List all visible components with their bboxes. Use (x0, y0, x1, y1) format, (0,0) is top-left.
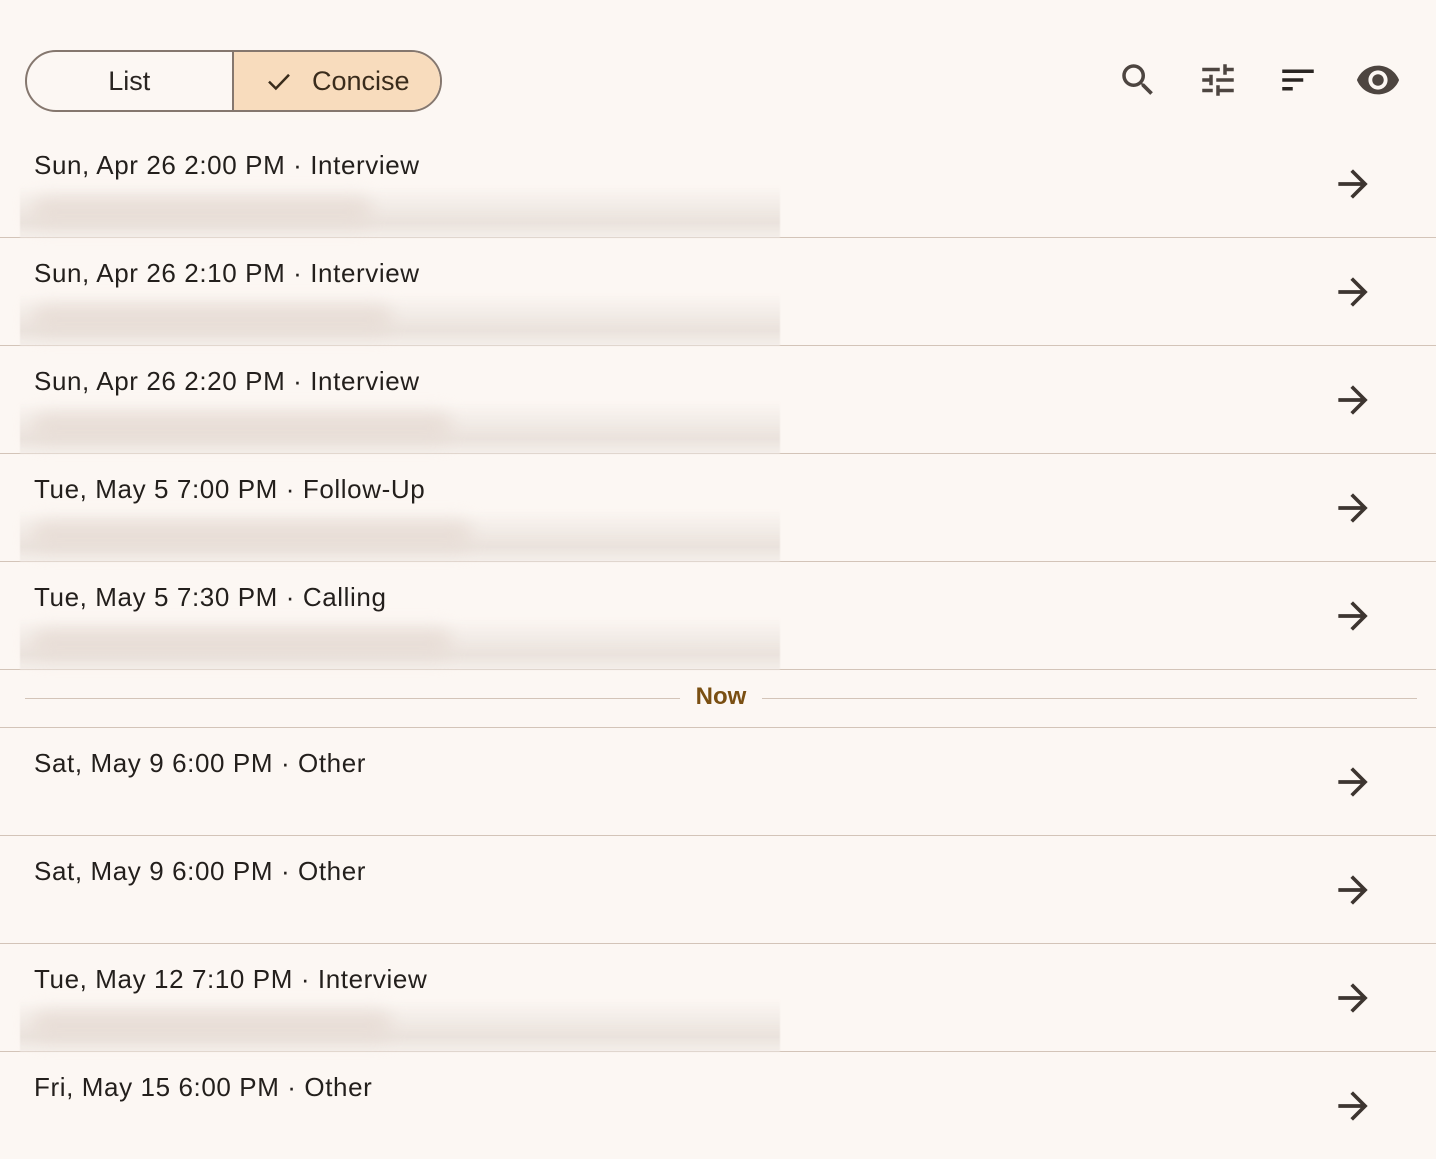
divider-line (25, 698, 680, 699)
arrow-forward-icon[interactable] (1331, 760, 1375, 804)
sort-button[interactable] (1258, 42, 1338, 122)
list-view-label: List (108, 65, 151, 96)
arrow-forward-icon[interactable] (1331, 594, 1375, 638)
event-title: Tue, May 5 7:30 PM · Calling (34, 582, 387, 612)
list-item[interactable]: Tue, May 5 7:00 PM · Follow-Up (0, 454, 1436, 562)
concise-view-label: Concise (311, 65, 410, 96)
visibility-icon (1355, 57, 1401, 108)
redacted-subtitle (20, 294, 780, 346)
list-item[interactable]: Sun, Apr 26 2:10 PM · Interview (0, 238, 1436, 346)
event-title: Sun, Apr 26 2:10 PM · Interview (34, 258, 420, 288)
event-title: Tue, May 12 7:10 PM · Interview (34, 964, 428, 994)
redacted-subtitle (20, 402, 780, 454)
list-item[interactable]: Sat, May 9 6:00 PM · Other (0, 728, 1436, 836)
visibility-button[interactable] (1338, 42, 1418, 122)
arrow-forward-icon[interactable] (1331, 486, 1375, 530)
arrow-forward-icon[interactable] (1331, 976, 1375, 1020)
list-item[interactable]: Sun, Apr 26 2:00 PM · Interview (0, 130, 1436, 238)
list-item[interactable]: Tue, May 12 7:10 PM · Interview (0, 944, 1436, 1052)
event-title: Sun, Apr 26 2:00 PM · Interview (34, 150, 420, 180)
now-divider: Now (0, 670, 1436, 728)
event-title: Tue, May 5 7:00 PM · Follow-Up (34, 474, 426, 504)
arrow-forward-icon[interactable] (1331, 162, 1375, 206)
arrow-forward-icon[interactable] (1331, 378, 1375, 422)
arrow-forward-icon[interactable] (1331, 270, 1375, 314)
event-title: Sat, May 9 6:00 PM · Other (34, 856, 367, 886)
redacted-subtitle (20, 510, 780, 562)
redacted-subtitle (20, 1000, 780, 1052)
search-icon (1117, 59, 1159, 106)
sort-icon (1277, 59, 1319, 106)
concise-view-button[interactable]: Concise (233, 52, 440, 110)
tune-icon (1197, 59, 1239, 106)
check-icon (264, 66, 294, 96)
arrow-forward-icon[interactable] (1331, 1084, 1375, 1128)
view-toggle: List Concise (25, 50, 442, 112)
event-title: Sat, May 9 6:00 PM · Other (34, 748, 367, 778)
list-item[interactable]: Tue, May 5 7:30 PM · Calling (0, 562, 1436, 670)
list-view-button[interactable]: List (27, 52, 234, 110)
redacted-subtitle (20, 186, 780, 238)
redacted-subtitle (20, 618, 780, 670)
search-button[interactable] (1098, 42, 1178, 122)
event-title: Sun, Apr 26 2:20 PM · Interview (34, 366, 420, 396)
toolbar-actions (1098, 42, 1418, 122)
now-label: Now (695, 683, 747, 710)
event-list: Sun, Apr 26 2:00 PM · Interview Sun, Apr… (0, 130, 1436, 1159)
divider-line (762, 698, 1417, 699)
list-item[interactable]: Sat, May 9 6:00 PM · Other (0, 836, 1436, 944)
list-item[interactable]: Sun, Apr 26 2:20 PM · Interview (0, 346, 1436, 454)
list-item[interactable]: Fri, May 15 6:00 PM · Other (0, 1052, 1436, 1159)
arrow-forward-icon[interactable] (1331, 868, 1375, 912)
toolbar: List Concise (0, 0, 1436, 130)
filter-button[interactable] (1178, 42, 1258, 122)
event-title: Fri, May 15 6:00 PM · Other (34, 1072, 373, 1102)
